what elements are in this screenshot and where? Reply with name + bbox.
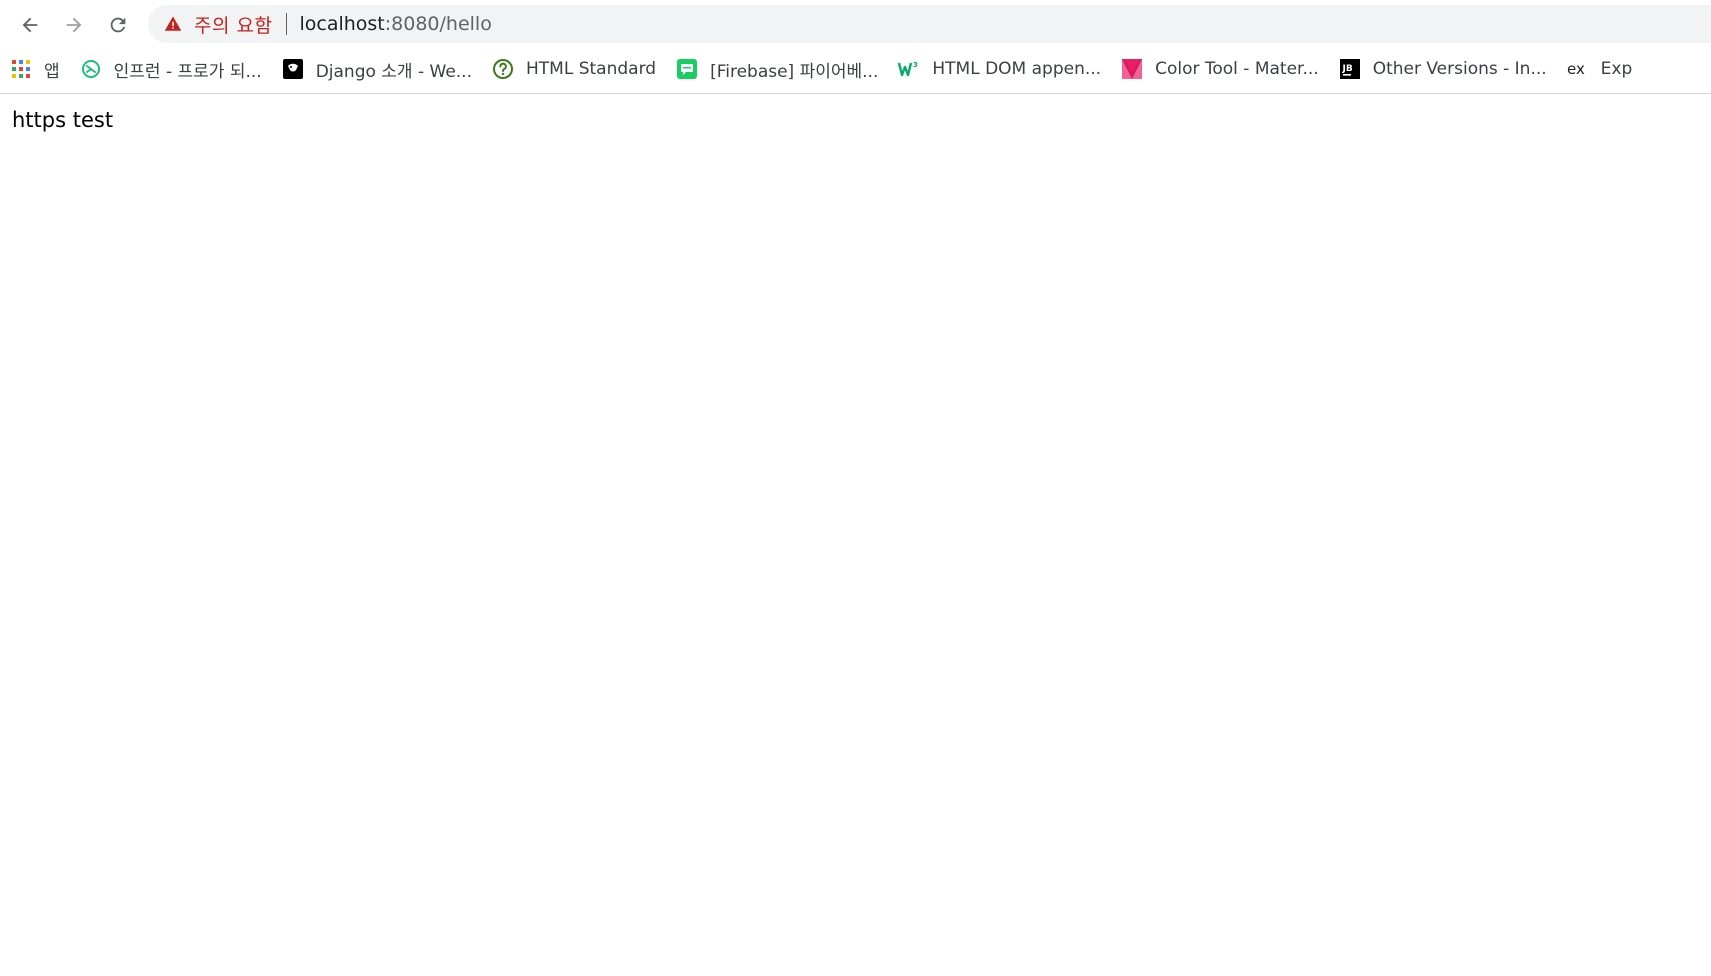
chat-bubble-icon bbox=[676, 58, 698, 80]
url-path: :8080/hello bbox=[384, 13, 492, 35]
bookmark-label: HTML Standard bbox=[526, 59, 657, 79]
material-color-icon bbox=[1121, 58, 1143, 80]
bookmark-label: Color Tool - Mater... bbox=[1155, 59, 1319, 79]
bookmark-django[interactable]: Django 소개 - We... bbox=[272, 54, 482, 84]
svg-text:3: 3 bbox=[913, 61, 918, 69]
omnibox-divider bbox=[286, 13, 288, 35]
bookmark-w3schools[interactable]: 3 HTML DOM appen... bbox=[888, 54, 1111, 84]
arrow-right-icon bbox=[66, 17, 82, 33]
bookmark-exp[interactable]: ex Exp bbox=[1557, 54, 1643, 84]
bookmark-label: HTML DOM appen... bbox=[932, 59, 1102, 79]
help-circle-icon bbox=[492, 58, 514, 80]
apps-grid-icon bbox=[10, 58, 32, 80]
bookmark-label: Django 소개 - We... bbox=[315, 61, 472, 82]
back-button[interactable] bbox=[12, 8, 48, 42]
bookmark-label: 인프런 - 프로가 되... bbox=[113, 61, 262, 82]
reload-icon bbox=[110, 17, 126, 33]
bookmark-label: Other Versions - In... bbox=[1372, 59, 1547, 79]
url-host: localhost bbox=[299, 13, 385, 35]
svg-text:ex: ex bbox=[1567, 60, 1585, 78]
browser-chrome: 주의 요함 localhost:8080/hello 앱 인프런 - 프로가 되… bbox=[0, 0, 1711, 94]
bookmark-other-versions[interactable]: JB Other Versions - In... bbox=[1329, 54, 1557, 84]
page-body-text: https test bbox=[12, 108, 114, 132]
w3schools-icon: 3 bbox=[898, 58, 920, 80]
navigation-toolbar: 주의 요함 localhost:8080/hello bbox=[0, 0, 1711, 49]
ex-icon: ex bbox=[1567, 58, 1589, 80]
bookmark-label: 앱 bbox=[44, 61, 60, 82]
address-bar[interactable]: 주의 요함 localhost:8080/hello bbox=[148, 5, 1711, 43]
django-icon bbox=[282, 58, 304, 80]
inflearn-icon bbox=[80, 58, 102, 80]
forward-button[interactable] bbox=[56, 8, 92, 42]
bookmark-color-tool[interactable]: Color Tool - Mater... bbox=[1111, 54, 1329, 84]
url-text[interactable]: localhost:8080/hello bbox=[299, 13, 491, 35]
jetbrains-icon: JB bbox=[1339, 58, 1361, 80]
security-label: 주의 요함 bbox=[194, 14, 273, 37]
bookmark-inflearn[interactable]: 인프런 - 프로가 되... bbox=[70, 54, 272, 84]
bookmark-apps[interactable]: 앱 bbox=[0, 54, 70, 84]
reload-button[interactable] bbox=[100, 8, 136, 42]
bookmark-label: Exp bbox=[1600, 59, 1633, 79]
svg-text:JB: JB bbox=[1341, 64, 1352, 74]
bookmark-html-standard[interactable]: HTML Standard bbox=[482, 54, 666, 84]
security-indicator[interactable]: 주의 요함 bbox=[148, 5, 282, 43]
bookmark-label: [Firebase] 파이어베... bbox=[710, 61, 879, 82]
arrow-left-icon bbox=[22, 17, 38, 33]
bookmarks-bar: 앱 인프런 - 프로가 되... Django 소개 - We... HTML … bbox=[0, 52, 1711, 86]
page-content: https test bbox=[0, 94, 1711, 976]
warning-triangle-icon bbox=[164, 16, 182, 31]
bookmark-firebase[interactable]: [Firebase] 파이어베... bbox=[666, 54, 888, 84]
